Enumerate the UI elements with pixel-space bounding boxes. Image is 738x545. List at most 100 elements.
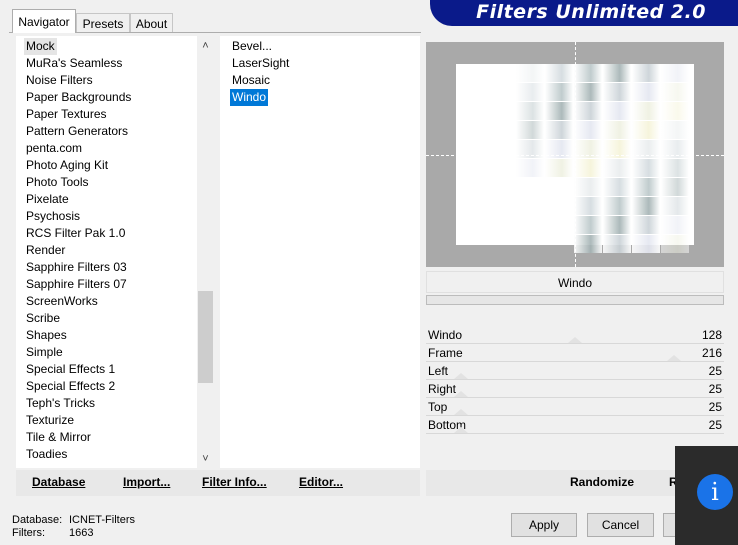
filter-item[interactable]: Windo	[230, 89, 269, 106]
param-slider-knob[interactable]	[454, 373, 469, 379]
preview-tile	[632, 83, 660, 101]
preview-guide-vertical[interactable]	[575, 42, 576, 267]
apply-button[interactable]: Apply	[511, 513, 577, 537]
preview-tile	[574, 216, 602, 234]
filter-item[interactable]: LaserSight	[230, 55, 291, 72]
tab-about[interactable]: About	[130, 13, 173, 33]
preview-tile	[632, 197, 660, 215]
preview-tile	[574, 102, 602, 120]
preview-tile	[603, 83, 631, 101]
category-item[interactable]: Mock	[24, 38, 57, 55]
preview-tile	[632, 159, 660, 177]
category-item[interactable]: Paper Backgrounds	[24, 89, 133, 106]
preview-image[interactable]	[426, 42, 724, 267]
category-item[interactable]: Pattern Generators	[24, 123, 130, 140]
param-row-top[interactable]: Top 25	[426, 398, 724, 416]
param-label: Left	[428, 364, 449, 378]
param-row-left[interactable]: Left 25	[426, 362, 724, 380]
category-item[interactable]: Teph's Tricks	[24, 395, 97, 412]
preview-tile	[632, 121, 660, 139]
param-row-right[interactable]: Right 25	[426, 380, 724, 398]
category-item[interactable]: Simple	[24, 344, 65, 361]
category-item[interactable]: Special Effects 1	[24, 361, 117, 378]
preview-tile	[603, 178, 631, 196]
category-item[interactable]: Noise Filters	[24, 72, 95, 89]
category-item[interactable]: Scribe	[24, 310, 62, 327]
category-item[interactable]: Sapphire Filters 03	[24, 259, 129, 276]
import-button[interactable]: Import...	[123, 475, 170, 489]
category-item[interactable]: Photo Tools	[24, 174, 91, 191]
scroll-thumb[interactable]	[198, 291, 213, 383]
preview-tile	[545, 64, 573, 82]
param-row-frame[interactable]: Frame 216	[426, 344, 724, 362]
category-scrollbar[interactable]: ˄ ˅	[197, 36, 214, 468]
preview-tile	[603, 64, 631, 82]
category-item[interactable]: MuRa's Seamless	[24, 55, 124, 72]
preview-tile	[545, 121, 573, 139]
filter-item[interactable]: Mosaic	[230, 72, 272, 89]
preview-tile	[603, 235, 631, 253]
preview-tile	[661, 121, 689, 139]
category-item[interactable]: penta.com	[24, 140, 84, 157]
preview-tile	[516, 102, 544, 120]
category-item[interactable]: Render	[24, 242, 67, 259]
scroll-up-icon[interactable]: ˄	[197, 38, 214, 55]
preview-tile	[661, 83, 689, 101]
param-row-bottom[interactable]: Bottom 25	[426, 416, 724, 434]
progress-bar	[426, 295, 724, 305]
preview-tile	[603, 197, 631, 215]
preview-tile	[603, 102, 631, 120]
category-item[interactable]: RCS Filter Pak 1.0	[24, 225, 127, 242]
preview-tile	[603, 159, 631, 177]
param-slider-knob[interactable]	[454, 391, 469, 397]
param-slider-track[interactable]	[426, 433, 724, 434]
tab-navigator[interactable]: Navigator	[12, 9, 76, 33]
category-item[interactable]: Tile & Mirror	[24, 429, 93, 446]
param-value: 25	[708, 400, 722, 414]
preview-tile	[632, 216, 660, 234]
param-label: Right	[428, 382, 457, 396]
preview-tile	[516, 121, 544, 139]
cancel-button[interactable]: Cancel	[587, 513, 654, 537]
param-row-windo[interactable]: Windo 128	[426, 326, 724, 344]
category-item[interactable]: Photo Aging Kit	[24, 157, 110, 174]
preview-tile	[632, 178, 660, 196]
tab-presets[interactable]: Presets	[76, 13, 130, 33]
scroll-down-icon[interactable]: ˅	[197, 451, 214, 468]
category-item[interactable]: Psychosis	[24, 208, 82, 225]
randomize-button[interactable]: Randomize	[570, 475, 634, 489]
category-item[interactable]: Shapes	[24, 327, 69, 344]
editor-button[interactable]: Editor...	[299, 475, 343, 489]
filter-item[interactable]: Bevel...	[230, 38, 274, 55]
preview-tile	[603, 216, 631, 234]
filter-info-button[interactable]: Filter Info...	[202, 475, 267, 489]
preview-tile	[632, 235, 660, 253]
category-item-partial[interactable]	[24, 463, 28, 468]
param-slider-knob[interactable]	[568, 337, 582, 343]
category-item[interactable]: Paper Textures	[24, 106, 109, 123]
preview-tile	[661, 197, 689, 215]
preview-tile	[574, 235, 602, 253]
info-overlay[interactable]: i	[675, 446, 738, 545]
param-slider-knob[interactable]	[667, 355, 682, 361]
category-item[interactable]: Texturize	[24, 412, 76, 429]
preview-tile	[632, 102, 660, 120]
category-item[interactable]: ScreenWorks	[24, 293, 100, 310]
database-button[interactable]: Database	[32, 475, 85, 489]
param-slider-knob[interactable]	[454, 427, 469, 433]
current-filter-name: Windo	[426, 271, 724, 293]
preview-tile	[661, 216, 689, 234]
param-slider-knob[interactable]	[454, 409, 469, 415]
info-icon[interactable]: i	[697, 474, 733, 510]
database-label: Database:	[12, 514, 63, 526]
filter-list[interactable]: Bevel... LaserSight Mosaic Windo	[220, 36, 420, 468]
category-item[interactable]: Pixelate	[24, 191, 71, 208]
category-item[interactable]: Special Effects 2	[24, 378, 117, 395]
category-item[interactable]: Toadies	[24, 446, 69, 463]
preview-tile	[574, 64, 602, 82]
preview-tile	[603, 121, 631, 139]
param-label: Top	[428, 400, 448, 414]
category-item[interactable]: Sapphire Filters 07	[24, 276, 129, 293]
param-value: 216	[701, 346, 722, 360]
category-list[interactable]: Mock MuRa's Seamless Noise Filters Paper Ba…	[16, 36, 214, 468]
